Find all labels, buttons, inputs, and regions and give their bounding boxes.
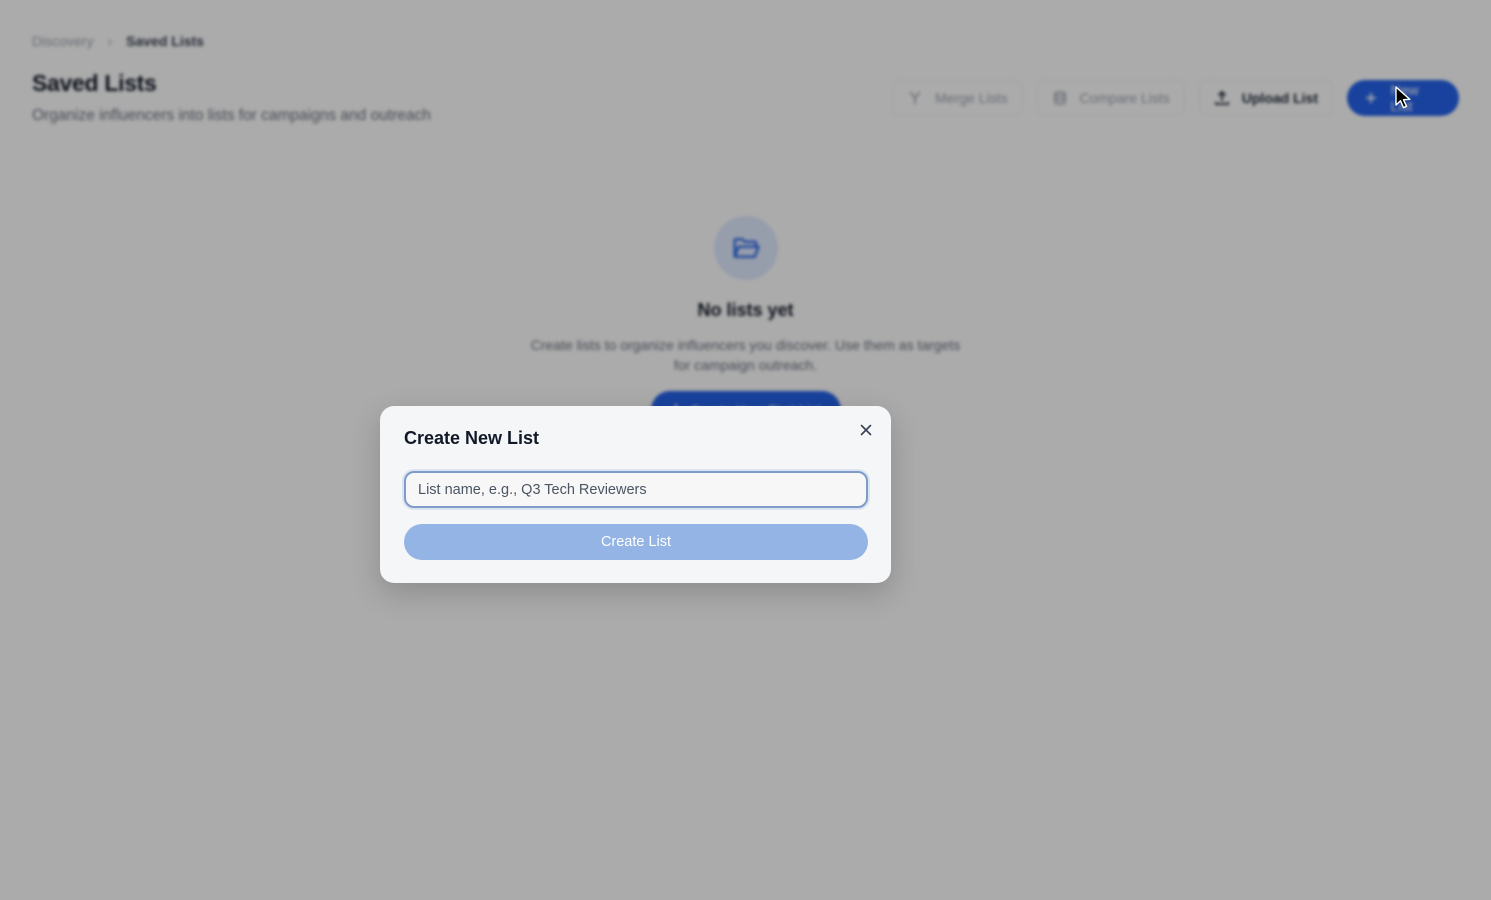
close-icon xyxy=(860,424,872,436)
create-list-modal: Create New List Create List xyxy=(380,406,891,583)
close-button[interactable] xyxy=(857,421,875,439)
mouse-pointer-icon xyxy=(1395,86,1411,109)
modal-title: Create New List xyxy=(404,428,540,448)
create-list-button[interactable]: Create List xyxy=(404,524,868,560)
list-name-input[interactable] xyxy=(404,471,868,508)
